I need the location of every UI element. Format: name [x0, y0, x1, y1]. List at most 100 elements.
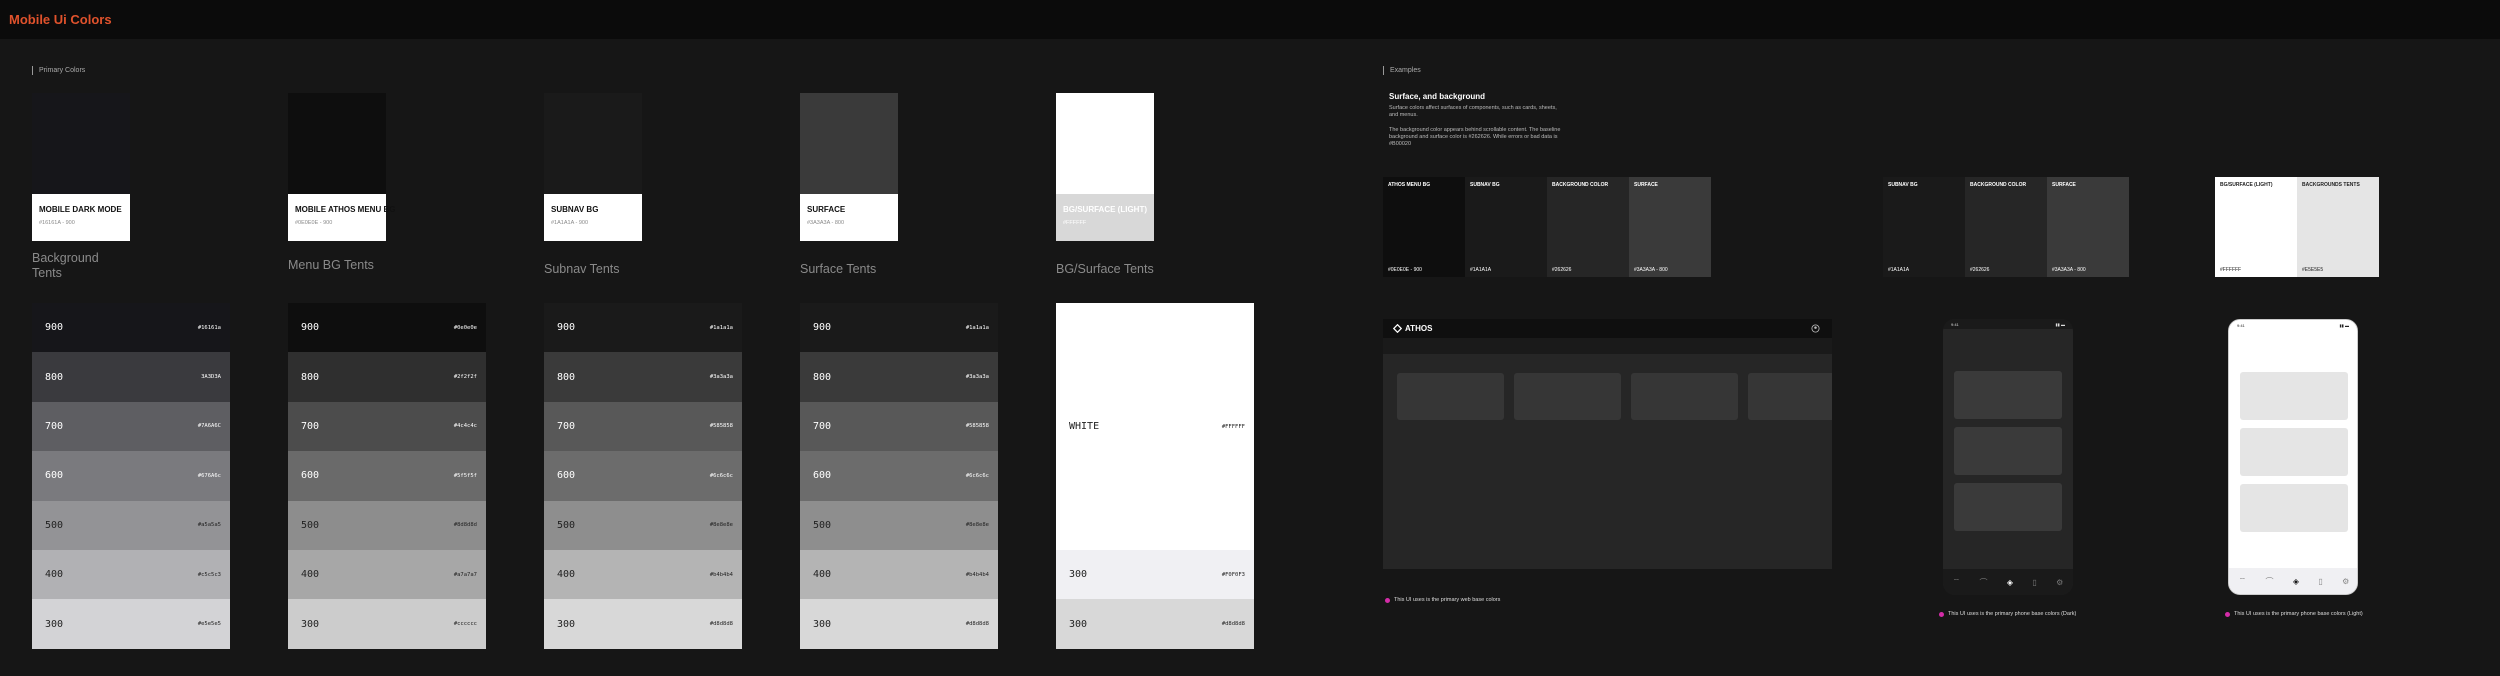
- tent-hex: #585858: [709, 423, 733, 430]
- status-bar: 9:41 ▮▮ ▬: [1943, 319, 2073, 329]
- tent-hex: #c5c5c3: [197, 571, 221, 578]
- web-card[interactable]: [1631, 373, 1738, 420]
- color-swatch[interactable]: SURFACE #3A3A3A - 800: [800, 93, 898, 241]
- tent-row[interactable]: 700 #585858: [800, 401, 998, 452]
- tent-hex: #a7a7a7: [453, 571, 477, 578]
- tent-row[interactable]: 900 #0e0e0e: [288, 303, 486, 353]
- tent-hex: #8d8d8d: [453, 522, 477, 529]
- tent-hex: #585858: [965, 423, 989, 430]
- tab-home-diamond-icon[interactable]: ◈: [2007, 578, 2013, 587]
- tent-row[interactable]: 400 #c5c5c3: [32, 549, 230, 600]
- tab-settings-icon[interactable]: ⚙: [2342, 577, 2349, 586]
- tab-chart-icon[interactable]: ⌒: [2266, 576, 2274, 587]
- tent-row[interactable]: 300 #d8d8d8: [544, 599, 742, 649]
- phone-card[interactable]: [2240, 372, 2348, 420]
- tent-hex: #d8d8d8: [709, 621, 733, 628]
- mini-swatch-hex: #E5E5E5: [2302, 267, 2324, 273]
- page-title: Mobile Ui Colors: [9, 12, 112, 27]
- mini-swatch[interactable]: SUBNAV BG #1A1A1A: [1465, 177, 1547, 277]
- tab-shoe-icon[interactable]: ⌔: [1953, 577, 1961, 587]
- tent-row[interactable]: 500 #8d8d8d: [288, 500, 486, 550]
- tent-row[interactable]: 500 #8e8e8e: [544, 500, 742, 550]
- caption-web-text: This UI uses is the primary web base col…: [1394, 597, 1501, 603]
- tent-row[interactable]: 800 3A3D3A: [32, 352, 230, 402]
- tent-label: 900: [557, 322, 576, 334]
- mini-swatch[interactable]: SURFACE #3A3A3A - 800: [2047, 177, 2129, 277]
- section-label-examples: Examples: [1383, 66, 1421, 75]
- tent-hex: #3a3a3a: [965, 374, 989, 381]
- tent-table: 900 #16161a 800 3A3D3A 700 #7A6A6C 600 #676A6c 5…: [32, 303, 230, 649]
- status-bar: 9:41 ▮▮ ▬: [2229, 320, 2357, 330]
- tent-row[interactable]: 500 #8e8e8e: [800, 500, 998, 550]
- tent-row[interactable]: 300 #d8d8d8: [1056, 599, 1254, 649]
- tab-shoe-icon[interactable]: ⌔: [2239, 576, 2247, 586]
- mini-swatch-label: BACKGROUND COLOR: [1970, 182, 2027, 188]
- tab-settings-icon[interactable]: ⚙: [2056, 578, 2063, 587]
- phone-card[interactable]: [2240, 428, 2348, 476]
- tab-chart-icon[interactable]: ⌒: [1980, 577, 1988, 588]
- mini-swatch[interactable]: SUBNAV BG #1A1A1A: [1883, 177, 1965, 277]
- phone-card[interactable]: [2240, 484, 2348, 532]
- mini-swatch-hex: #0E0E0E - 900: [1388, 267, 1422, 273]
- swatch-color: [1056, 93, 1154, 194]
- color-swatch[interactable]: SUBNAV BG #1A1A1A - 900: [544, 93, 642, 241]
- mini-swatch[interactable]: BG/SURFACE (LIGHT) #FFFFFF: [2215, 177, 2297, 277]
- tent-row[interactable]: 900 #16161a: [32, 303, 230, 353]
- tent-row[interactable]: 800 #3a3a3a: [800, 352, 998, 402]
- tent-row[interactable]: 300 #e5e5e5: [32, 599, 230, 649]
- color-swatch[interactable]: BG/SURFACE (LIGHT) #FFFFFF: [1056, 93, 1154, 241]
- tent-row[interactable]: 700 #585858: [544, 401, 742, 452]
- tent-row[interactable]: 300 #d8d8d8: [800, 599, 998, 649]
- tent-row[interactable]: 400 #a7a7a7: [288, 549, 486, 600]
- tent-row[interactable]: 300 #cccccc: [288, 599, 486, 649]
- tent-hex: #d8d8d8: [1221, 621, 1245, 628]
- phone-card[interactable]: [1954, 483, 2062, 531]
- phone-card[interactable]: [1954, 427, 2062, 475]
- tent-row[interactable]: 400 #b4b4b4: [544, 549, 742, 600]
- tent-row[interactable]: 600 #6c6c6c: [800, 451, 998, 501]
- mini-swatch-label: SURFACE: [1634, 182, 1658, 188]
- tent-row[interactable]: 600 #6c6c6c: [544, 451, 742, 501]
- tent-hex: #b4b4b4: [709, 571, 733, 578]
- tent-row[interactable]: 800 #3a3a3a: [544, 352, 742, 402]
- color-swatch[interactable]: MOBILE DARK MODE #16161A - 900: [32, 93, 130, 241]
- color-swatch[interactable]: MOBILE ATHOS MENU BG #0E0E0E - 900: [288, 93, 395, 241]
- tent-row[interactable]: 900 #1a1a1a: [544, 303, 742, 353]
- web-card[interactable]: [1397, 373, 1504, 420]
- tab-device-icon[interactable]: ▯: [2032, 578, 2036, 587]
- tent-row[interactable]: 800 #2f2f2f: [288, 352, 486, 402]
- tent-hex: #16161a: [197, 324, 221, 331]
- tent-row[interactable]: 400 #b4b4b4: [800, 549, 998, 600]
- tent-row[interactable]: 300 #F0F0F3: [1056, 550, 1254, 600]
- athos-logo[interactable]: ATHOS: [1393, 324, 1432, 333]
- mini-swatch[interactable]: ATHOS MENU BG #0E0E0E - 900: [1383, 177, 1465, 277]
- tent-hex: #b4b4b4: [965, 571, 989, 578]
- tent-row[interactable]: 500 #a5a5a5: [32, 500, 230, 550]
- tent-row[interactable]: WHITE #FFFFFF: [1056, 303, 1254, 550]
- tent-row[interactable]: 700 #7A6A6C: [32, 401, 230, 452]
- tent-row[interactable]: 900 #1a1a1a: [800, 303, 998, 353]
- tent-label: 400: [813, 569, 832, 581]
- swatch-color: [288, 93, 386, 194]
- tab-device-icon[interactable]: ▯: [2318, 577, 2322, 586]
- phone-tab-bar: ⌔ ⌒ ◈ ▯ ⚙: [2229, 568, 2357, 594]
- phone-card[interactable]: [1954, 371, 2062, 419]
- mini-swatch[interactable]: BACKGROUND COLOR #262626: [1965, 177, 2047, 277]
- tent-hex: #cccccc: [453, 621, 477, 628]
- profile-icon[interactable]: [1811, 324, 1820, 333]
- tent-row[interactable]: 600 #5f5f5f: [288, 451, 486, 501]
- examples-heading: Surface, and background: [1389, 92, 1486, 101]
- web-card[interactable]: [1514, 373, 1621, 420]
- mini-swatch[interactable]: BACKGROUNDS TENTS #E5E5E5: [2297, 177, 2379, 277]
- tent-hex: #4c4c4c: [453, 423, 477, 430]
- tent-row[interactable]: 700 #4c4c4c: [288, 401, 486, 452]
- mini-swatch[interactable]: BACKGROUND COLOR #262626: [1547, 177, 1629, 277]
- tent-label: 800: [45, 371, 64, 383]
- mini-swatch[interactable]: SURFACE #3A3A3A - 800: [1629, 177, 1711, 277]
- tent-label: 800: [557, 371, 576, 383]
- mini-swatch-hex: #1A1A1A: [1888, 267, 1910, 273]
- web-card[interactable]: [1748, 373, 1832, 420]
- tab-home-diamond-icon[interactable]: ◈: [2293, 577, 2299, 586]
- tent-row[interactable]: 600 #676A6c: [32, 451, 230, 501]
- examples-paragraph-background: The background color appears behind scro…: [1389, 127, 1561, 147]
